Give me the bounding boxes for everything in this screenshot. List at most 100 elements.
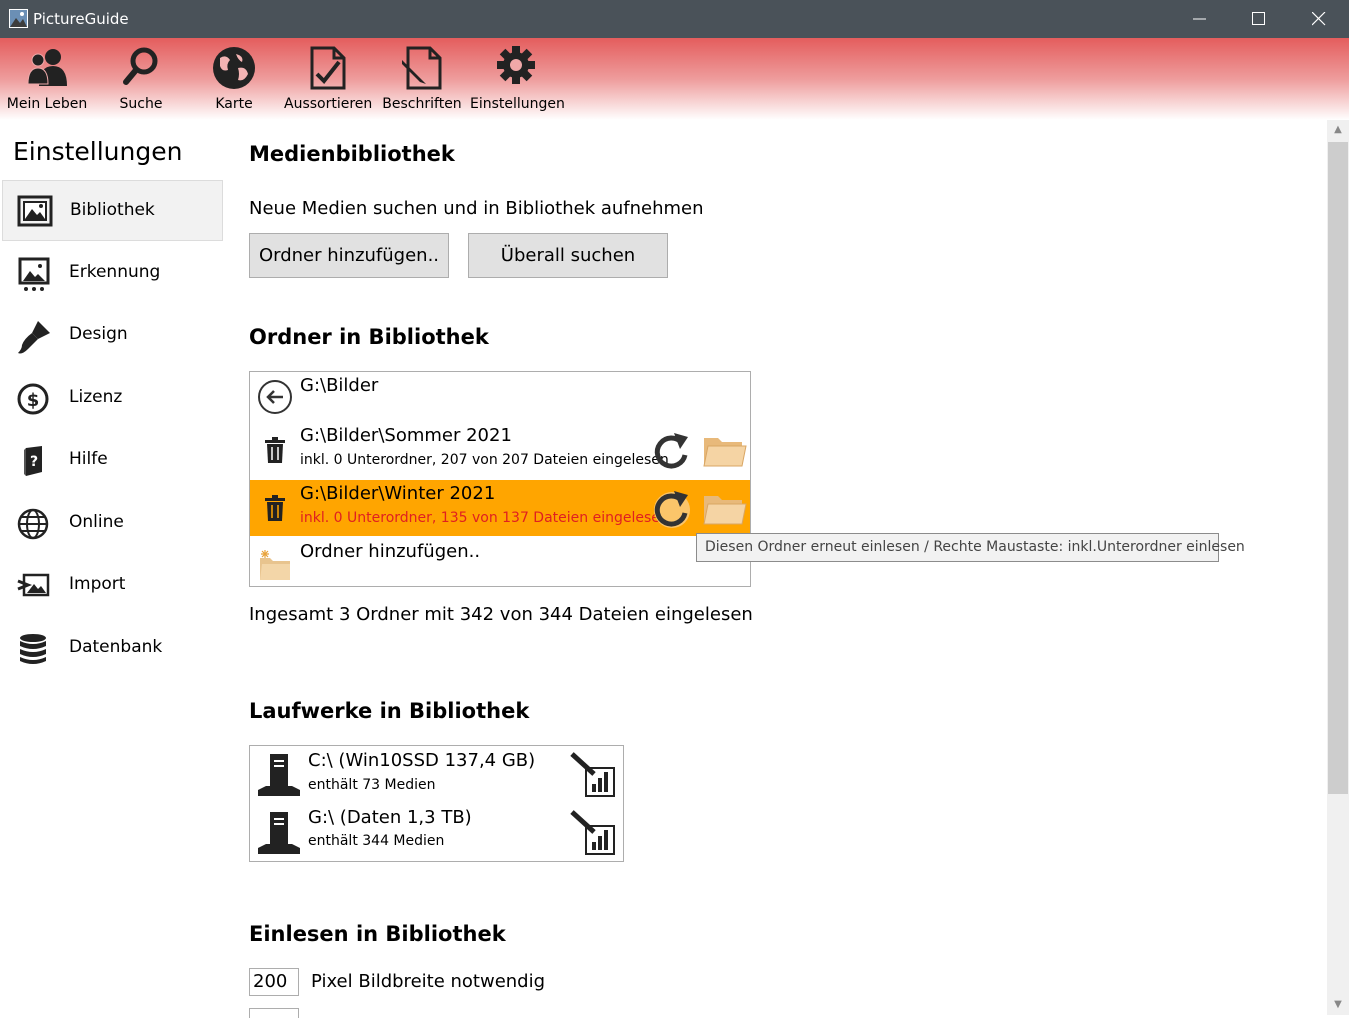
- sidebar-item-import[interactable]: Import: [2, 555, 223, 616]
- sidebar-item-bibliothek[interactable]: Bibliothek: [2, 180, 223, 241]
- toolbar-label: Beschriften: [382, 96, 462, 112]
- close-button[interactable]: [1290, 0, 1349, 38]
- title-bar: PictureGuide: [0, 0, 1349, 38]
- svg-text:?: ?: [30, 454, 38, 470]
- sidebar-item-label: Online: [69, 512, 124, 532]
- folder-list: G:\Bilder G:\Bilder\Sommer 2021 inkl. 0 …: [249, 371, 751, 587]
- sidebar-item-online[interactable]: Online: [2, 493, 223, 554]
- gear-icon: [497, 46, 535, 84]
- picture-scan-icon: [18, 257, 50, 291]
- drive-row[interactable]: C:\ (Win10SSD 137,4 GB) enthält 73 Medie…: [250, 747, 623, 804]
- add-folder-row[interactable]: Ordner hinzufügen..: [250, 538, 750, 586]
- parent-folder-row[interactable]: G:\Bilder: [250, 372, 750, 420]
- toolbar-einstellungen[interactable]: Einstellungen: [470, 38, 565, 118]
- app-icon: [9, 9, 28, 28]
- toolbar-suche[interactable]: Suche: [104, 38, 178, 118]
- open-folder-icon[interactable]: [702, 490, 748, 528]
- next-input[interactable]: [249, 1008, 299, 1018]
- people-icon: [27, 49, 67, 86]
- drive-info: enthält 73 Medien: [308, 777, 436, 793]
- folder-path: G:\Bilder\Sommer 2021: [300, 425, 512, 446]
- scroll-thumb[interactable]: [1328, 142, 1348, 794]
- scroll-down-arrow[interactable]: ▼: [1327, 995, 1349, 1015]
- globe-grid-icon: [17, 508, 49, 540]
- drive-title: G:\ (Daten 1,3 TB): [308, 807, 472, 828]
- sidebar-item-erkennung[interactable]: Erkennung: [2, 243, 223, 304]
- toolbar-karte[interactable]: Karte: [198, 38, 270, 118]
- globe-icon: [213, 47, 255, 89]
- refresh-icon[interactable]: [652, 429, 692, 471]
- drive-row[interactable]: G:\ (Daten 1,3 TB) enthält 344 Medien: [250, 805, 623, 862]
- toolbar-mein-leben[interactable]: Mein Leben: [4, 38, 90, 118]
- scroll-up-arrow[interactable]: ▲: [1327, 120, 1349, 140]
- maximize-icon: [1252, 12, 1265, 25]
- sidebar-item-label: Hilfe: [69, 449, 108, 469]
- maximize-button[interactable]: [1230, 0, 1289, 38]
- svg-text:$: $: [27, 390, 40, 411]
- drive-tower-icon: [258, 754, 300, 796]
- toolbar-aussortieren[interactable]: Aussortieren: [284, 38, 372, 118]
- main-toolbar: Mein Leben Suche Karte Aussortieren Besc…: [0, 38, 1349, 120]
- sidebar-item-label: Import: [69, 574, 126, 594]
- folder-info-warning: inkl. 0 Unterordner, 135 von 137 Dateien…: [300, 510, 669, 526]
- toolbar-beschriften[interactable]: Beschriften: [382, 38, 462, 118]
- search-everywhere-button[interactable]: Überall suchen: [468, 233, 668, 278]
- close-icon: [1312, 12, 1326, 26]
- media-description: Neue Medien suchen und in Bibliothek auf…: [249, 198, 704, 219]
- sidebar-item-hilfe[interactable]: ? Hilfe: [2, 430, 223, 491]
- section-read-heading: Einlesen in Bibliothek: [249, 922, 506, 946]
- parent-folder-path: G:\Bilder: [300, 375, 379, 396]
- add-folder-label: Ordner hinzufügen..: [300, 541, 481, 562]
- min-width-label: Pixel Bildbreite notwendig: [311, 971, 546, 992]
- brush-icon: [18, 321, 50, 354]
- toolbar-label: Suche: [119, 96, 163, 112]
- folder-info: inkl. 0 Unterordner, 207 von 207 Dateien…: [300, 452, 669, 468]
- min-width-input[interactable]: 200: [249, 968, 299, 996]
- settings-sidebar: Einstellungen Bibliothek Erkennung Desig…: [0, 120, 228, 1015]
- refresh-tooltip: Diesen Ordner erneut einlesen / Rechte M…: [696, 533, 1245, 562]
- refresh-icon[interactable]: [652, 487, 692, 529]
- sidebar-item-datenbank[interactable]: Datenbank: [2, 618, 223, 679]
- image-import-icon: [17, 573, 50, 597]
- drive-tower-icon: [258, 812, 300, 854]
- sidebar-title: Einstellungen: [13, 137, 183, 166]
- section-media-heading: Medienbibliothek: [249, 142, 455, 166]
- sidebar-item-label: Bibliothek: [70, 200, 155, 220]
- dollar-coin-icon: $: [17, 383, 49, 415]
- trash-icon[interactable]: [265, 495, 285, 521]
- trash-icon[interactable]: [265, 437, 285, 463]
- add-folder-button[interactable]: Ordner hinzufügen..: [249, 233, 449, 278]
- section-folders-heading: Ordner in Bibliothek: [249, 325, 489, 349]
- back-arrow-icon[interactable]: [257, 379, 293, 415]
- picture-frame-icon: [17, 195, 53, 227]
- vertical-scrollbar[interactable]: ▲ ▼: [1327, 120, 1349, 1015]
- database-icon: [20, 634, 46, 664]
- scan-drive-icon[interactable]: [570, 752, 618, 798]
- scan-drive-icon[interactable]: [570, 810, 618, 856]
- drive-title: C:\ (Win10SSD 137,4 GB): [308, 750, 536, 771]
- sidebar-item-label: Datenbank: [69, 637, 163, 657]
- search-icon: [123, 47, 158, 85]
- drive-list: C:\ (Win10SSD 137,4 GB) enthält 73 Medie…: [249, 745, 624, 862]
- total-summary: Ingesamt 3 Ordner mit 342 von 344 Dateie…: [249, 604, 753, 625]
- settings-content: Medienbibliothek Neue Medien suchen und …: [230, 120, 1327, 1018]
- toolbar-label: Einstellungen: [470, 96, 565, 112]
- sidebar-item-lizenz[interactable]: $ Lizenz: [2, 368, 223, 429]
- document-check-icon: [310, 46, 346, 90]
- document-edit-icon: [402, 46, 442, 90]
- folder-path: G:\Bilder\Winter 2021: [300, 483, 496, 504]
- help-book-icon: ?: [24, 446, 42, 476]
- sidebar-item-label: Lizenz: [69, 387, 123, 407]
- drive-info: enthält 344 Medien: [308, 833, 445, 849]
- minimize-button[interactable]: [1171, 0, 1230, 38]
- folder-row[interactable]: G:\Bilder\Sommer 2021 inkl. 0 Unterordne…: [250, 422, 750, 478]
- sidebar-item-label: Design: [69, 324, 128, 344]
- folder-row-selected[interactable]: G:\Bilder\Winter 2021 inkl. 0 Unterordne…: [250, 480, 750, 536]
- sidebar-item-design[interactable]: Design: [2, 305, 223, 366]
- open-folder-icon[interactable]: [702, 432, 748, 470]
- sidebar-item-label: Erkennung: [69, 262, 161, 282]
- new-folder-icon: [260, 550, 290, 580]
- toolbar-label: Aussortieren: [284, 96, 373, 112]
- minimize-icon: [1193, 18, 1206, 20]
- toolbar-label: Mein Leben: [6, 96, 88, 112]
